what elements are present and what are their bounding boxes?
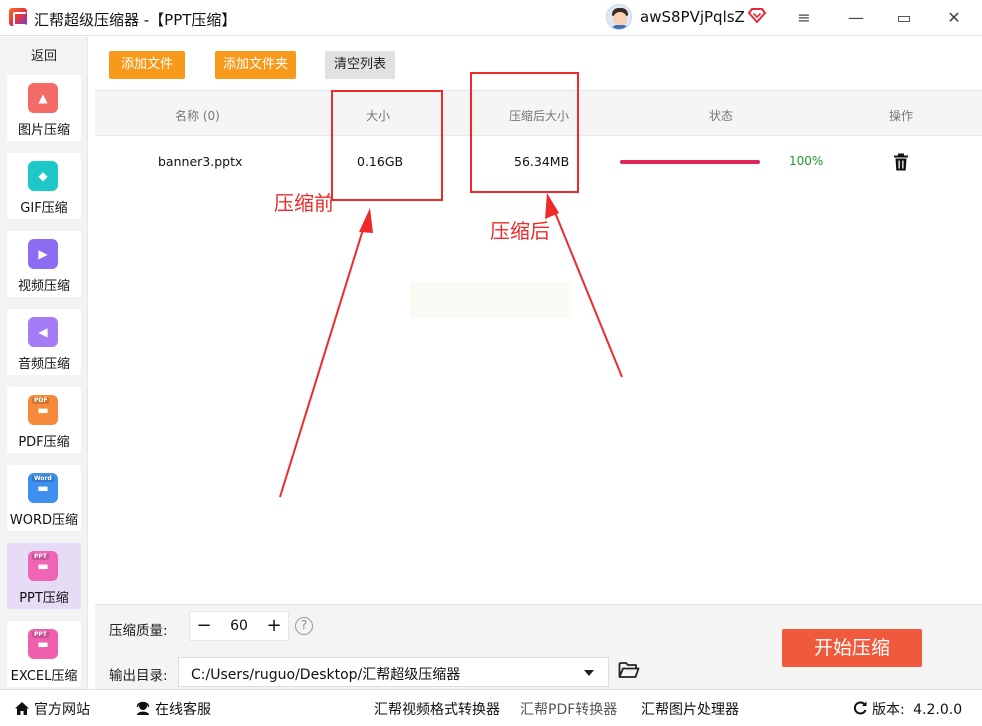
sidebar-item-excel[interactable]: ▬ PPT EXCEL压缩 [7,621,81,687]
add-file-button[interactable]: 添加文件 [109,51,186,79]
version-value: 4.2.0.0 [913,702,963,718]
sidebar-item-label: PPT压缩 [19,591,69,606]
column-header-name: 名称 (0) [175,109,220,123]
start-compress-button[interactable]: 开始压缩 [782,629,922,667]
pdf-icon: ▬ PDF [28,395,58,425]
official-website-label: 官方网站 [34,702,90,718]
official-website-link[interactable]: 官方网站 [14,699,90,719]
maximize-button[interactable]: ▭ [890,4,918,30]
help-icon[interactable]: ? [295,617,313,635]
menu-icon[interactable]: ≡ [790,4,818,30]
sidebar-item-video[interactable]: ▶ 视频压缩 [7,231,81,297]
sidebar-item-ppt[interactable]: ▬ PPT PPT压缩 [7,543,81,609]
sidebar-item-label: 图片压缩 [17,123,70,138]
annotation-label-after: 压缩后 [490,219,550,243]
minimize-button[interactable]: — [842,4,870,30]
output-dir-path: C:/Users/ruguo/Desktop/汇帮超级压缩器 [191,667,461,683]
annotation-arrow-before [279,219,367,498]
column-header-action: 操作 [889,109,914,123]
audio-icon: ◀ [28,317,58,347]
app-logo-icon [9,8,27,26]
quality-label: 压缩质量: [109,623,168,639]
status-bar: 官方网站 在线客服 汇帮视频格式转换器 汇帮PDF转换器 汇帮图片处理器 版本:… [0,689,982,726]
sidebar-item-audio[interactable]: ◀ 音频压缩 [7,309,81,375]
output-dir-label: 输出目录: [109,668,168,684]
title-bar: 汇帮超级压缩器 -【PPT压缩】 awS8PVjPqlsZ ≡ — ▭ ✕ [0,0,982,36]
quality-stepper[interactable]: − 60 + [189,611,289,641]
folder-open-icon[interactable] [618,660,640,680]
sidebar-item-pdf[interactable]: ▬ PDF PDF压缩 [7,387,81,453]
annotation-box-after [470,72,579,193]
quality-increase-button[interactable]: + [260,612,288,640]
gif-icon: ◆ [28,161,58,191]
video-converter-link[interactable]: 汇帮视频格式转换器 [374,699,500,719]
online-support-label: 在线客服 [155,702,211,718]
image-icon: ▲ [28,83,58,113]
annotation-arrow-before-head [359,208,373,233]
ppt-icon: ▬ PPT [28,551,58,581]
support-agent-icon [136,701,150,715]
progress-percent: 100% [789,154,824,168]
sidebar-item-word[interactable]: ▬ Word WORD压缩 [7,465,81,531]
online-support-link[interactable]: 在线客服 [135,699,211,719]
add-folder-button[interactable]: 添加文件夹 [215,51,297,79]
clear-list-button[interactable]: 清空列表 [325,51,396,79]
quality-decrease-button[interactable]: − [190,612,218,640]
word-icon: ▬ Word [28,473,58,503]
column-header-status: 状态 [709,109,734,123]
app-title: 汇帮超级压缩器 -【PPT压缩】 [34,11,237,29]
back-button[interactable]: 返回 [0,45,88,64]
sidebar-item-image[interactable]: ▲ 图片压缩 [7,75,81,141]
vip-diamond-icon[interactable] [748,6,766,24]
chevron-down-icon [584,670,594,676]
annotation-label-before: 压缩前 [274,191,334,215]
sidebar-item-gif[interactable]: ◆ GIF压缩 [7,153,81,219]
sidebar-item-label: WORD压缩 [9,513,79,528]
file-name: banner3.pptx [158,154,243,169]
close-button[interactable]: ✕ [940,4,968,30]
progress-fill [620,160,760,164]
trash-icon[interactable] [893,153,909,171]
pdf-converter-link[interactable]: 汇帮PDF转换器 [520,699,617,719]
sidebar-item-label: GIF压缩 [20,201,68,216]
sidebar-item-label: 音频压缩 [17,357,70,372]
version-label: 版本: [872,702,905,718]
progress-bar [620,160,760,164]
sidebar-item-label: 视频压缩 [17,279,70,294]
username[interactable]: awS8PVjPqlsZ [640,8,745,26]
sidebar-item-label: EXCEL压缩 [10,669,78,684]
version-info[interactable]: 版本: 4.2.0.0 [852,699,962,719]
annotation-box-before [331,90,443,201]
sidebar-item-label: PDF压缩 [18,435,70,450]
home-icon [15,702,29,715]
output-dir-select[interactable]: C:/Users/ruguo/Desktop/汇帮超级压缩器 [178,657,609,687]
watermark [410,282,572,318]
image-processor-link[interactable]: 汇帮图片处理器 [641,699,739,719]
refresh-icon [853,701,867,715]
quality-value[interactable]: 60 [218,612,260,640]
user-avatar[interactable] [606,4,632,30]
excel-icon: ▬ PPT [28,629,58,659]
video-icon: ▶ [28,239,58,269]
